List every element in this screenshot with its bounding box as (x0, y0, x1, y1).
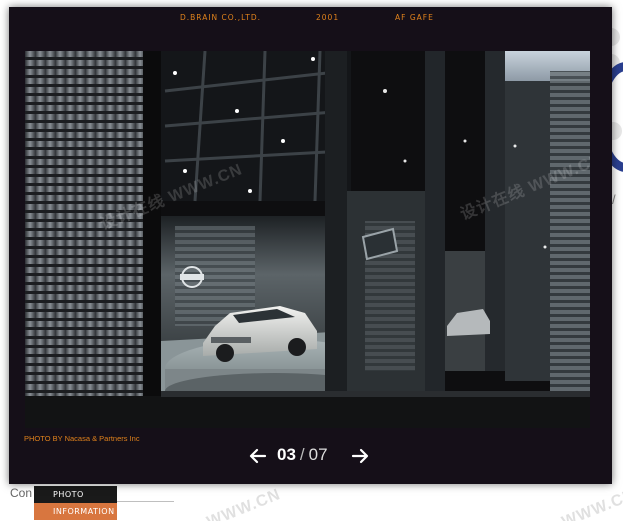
previous-arrow-icon[interactable] (249, 447, 267, 465)
showroom-illustration (25, 51, 590, 428)
photo-viewer: D.BRAIN CO.,LTD. 2001 AF GAFE PHOTO BY N… (9, 7, 612, 484)
photo-credit: PHOTO BY Nacasa & Partners Inc (24, 434, 140, 443)
menu-item-information[interactable]: INFORMATION (34, 503, 117, 520)
next-arrow-icon[interactable] (351, 447, 369, 465)
current-page: 03 (277, 445, 296, 464)
page: / Con PHOTO INFORMATION D.BRAIN CO.,LTD.… (0, 0, 623, 521)
company-name: D.BRAIN CO.,LTD. (180, 13, 262, 22)
watermark: WWW.CN (559, 486, 623, 521)
page-counter: 03/07 (277, 445, 343, 465)
background-partial-text: Con (10, 486, 33, 500)
menu-item-photo[interactable]: PHOTO (34, 486, 117, 503)
total-pages: 07 (308, 445, 328, 464)
viewer-header: D.BRAIN CO.,LTD. 2001 AF GAFE (9, 13, 612, 25)
pager: 03/07 (9, 445, 612, 469)
project-venue: AF GAFE (395, 13, 434, 22)
watermark: WWW.CN (204, 486, 284, 521)
showroom-photo: 设计在线 WWW.CN 设计在线 WWW.CN (25, 51, 590, 428)
background-menu: PHOTO INFORMATION (34, 486, 117, 520)
page-separator: / (299, 445, 305, 464)
project-year: 2001 (316, 13, 340, 22)
background-partial-text-right: / (612, 192, 616, 207)
